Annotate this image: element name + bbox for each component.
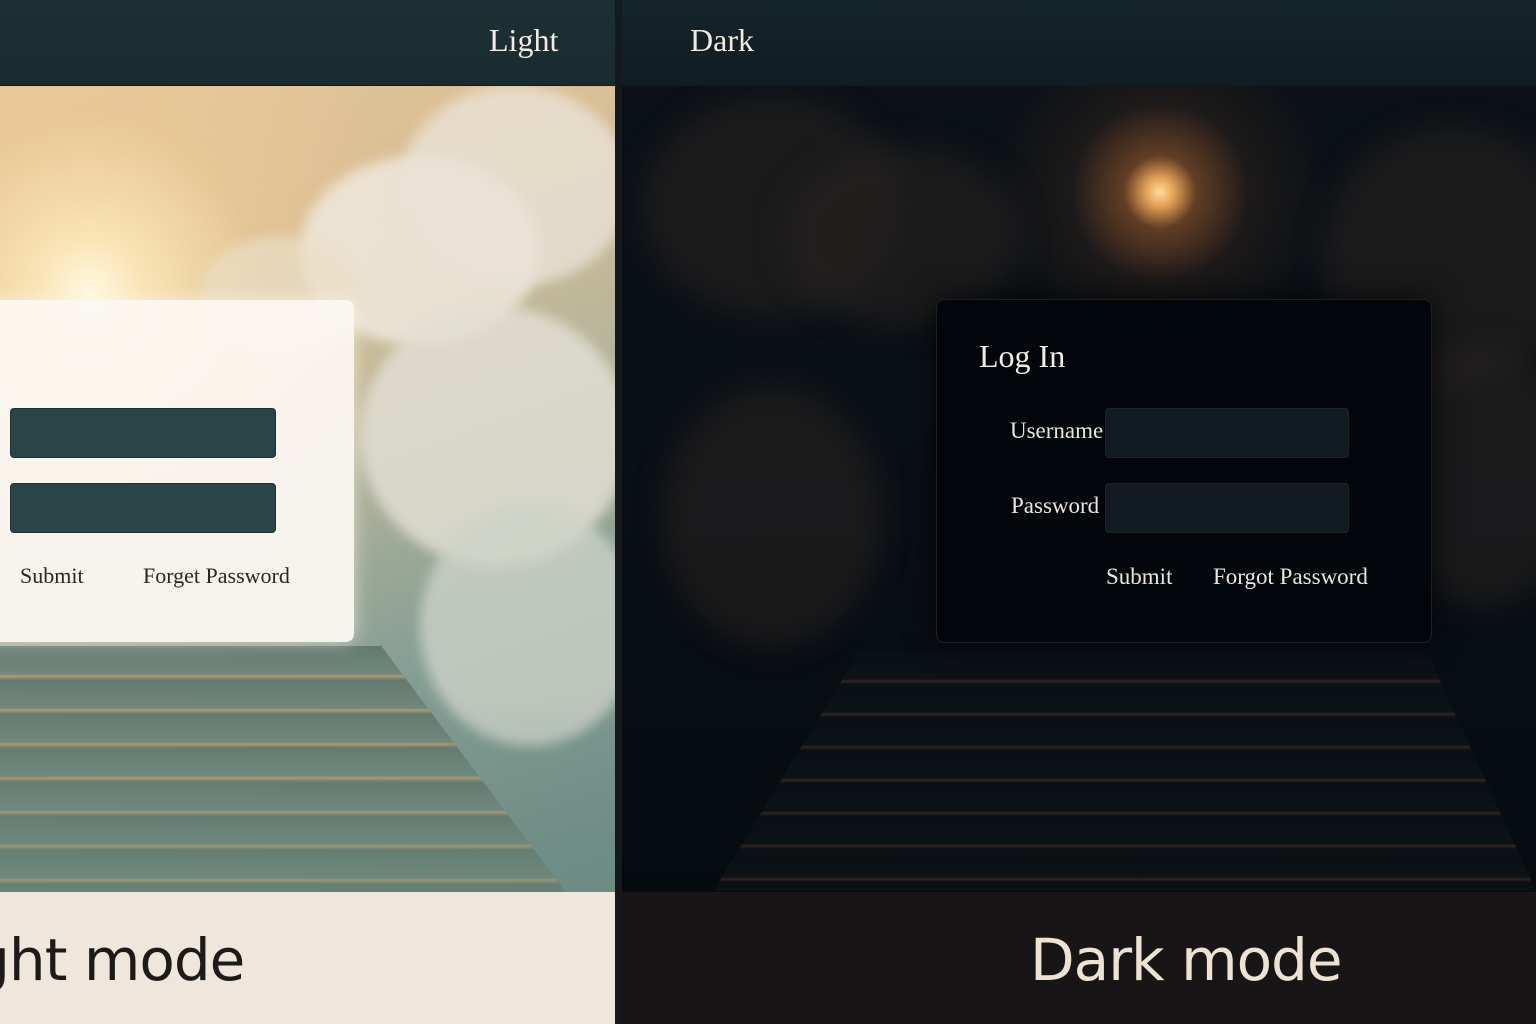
- cloud: [400, 86, 615, 286]
- dark-background-scene: Log In Username Password Submit Forgot P…: [622, 86, 1536, 892]
- light-submit-button[interactable]: Submit: [20, 563, 84, 589]
- dark-submit-button[interactable]: Submit: [1106, 564, 1172, 590]
- dark-mode-tab[interactable]: Dark: [690, 22, 754, 59]
- light-mode-panel: Light Submit Forget Password ight mode: [0, 0, 615, 1024]
- light-fog: [0, 686, 615, 892]
- dark-top-bar: Dark: [622, 0, 1536, 86]
- dark-cloud: [662, 386, 882, 646]
- dark-mode-panel: Dark Log In Username Password Submit For…: [622, 0, 1536, 1024]
- password-label: Password: [1011, 493, 1100, 518]
- dark-caption-bar: Dark mode: [622, 892, 1536, 1024]
- dark-username-input[interactable]: [1105, 408, 1349, 458]
- panel-divider: [615, 0, 622, 1024]
- light-top-bar: Light: [0, 0, 615, 86]
- light-background-scene: Submit Forget Password: [0, 86, 615, 892]
- light-mode-caption: ight mode: [0, 926, 245, 994]
- dark-password-input[interactable]: [1105, 483, 1349, 533]
- light-password-input[interactable]: [10, 483, 276, 533]
- light-username-input[interactable]: [10, 408, 276, 458]
- light-login-card: Submit Forget Password: [0, 300, 354, 642]
- dark-login-card: Log In Username Password Submit Forgot P…: [936, 299, 1432, 643]
- dark-mode-caption: Dark mode: [1030, 926, 1343, 994]
- username-label: Username: [1010, 418, 1104, 443]
- light-mode-tab[interactable]: Light: [489, 22, 558, 59]
- light-forget-password-link[interactable]: Forget Password: [143, 563, 290, 589]
- light-caption-bar: ight mode: [0, 892, 615, 1024]
- dark-forgot-password-link[interactable]: Forgot Password: [1213, 564, 1368, 590]
- login-title: Log In: [979, 338, 1066, 374]
